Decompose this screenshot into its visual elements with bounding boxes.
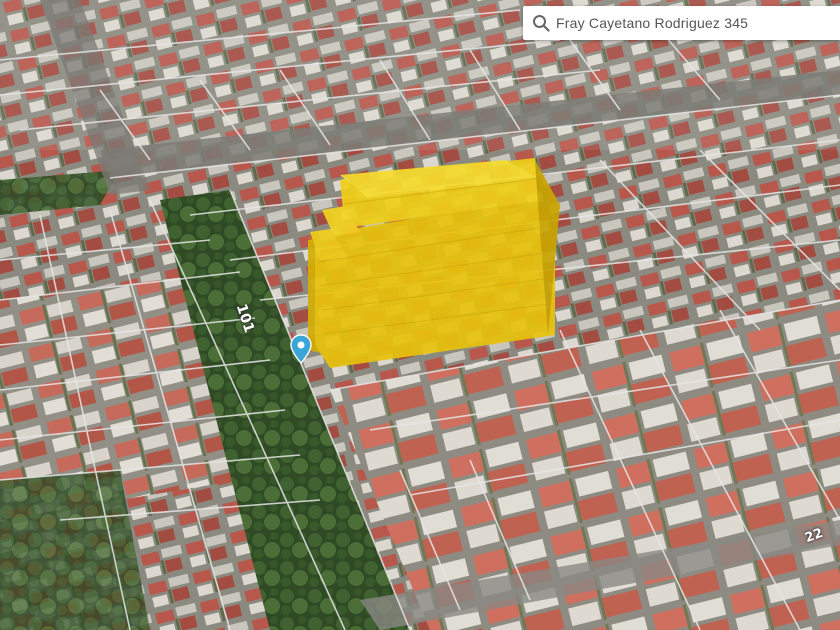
building-volume[interactable]: [308, 158, 560, 368]
map-viewport[interactable]: 101 22 Fray Cayetano Rodriguez 345: [0, 0, 840, 630]
search-bar[interactable]: Fray Cayetano Rodriguez 345: [523, 6, 840, 40]
search-icon[interactable]: [531, 13, 551, 33]
search-input[interactable]: Fray Cayetano Rodriguez 345: [556, 15, 748, 31]
satellite-map[interactable]: [0, 0, 840, 630]
map-pin-icon[interactable]: [290, 334, 312, 365]
